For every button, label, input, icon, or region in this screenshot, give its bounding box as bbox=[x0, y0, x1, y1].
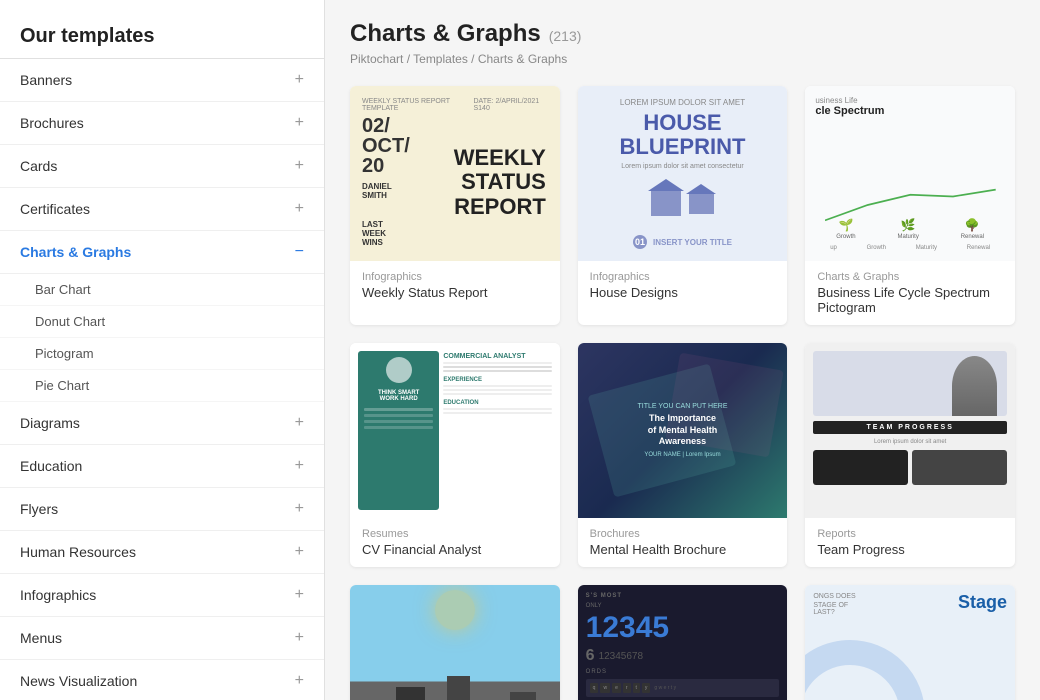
sidebar-icon-charts-graphs: − bbox=[295, 243, 304, 261]
template-card-business-lifecycle[interactable]: usiness Life cle Spectrum 🌱 Growth 🌿 Mat… bbox=[805, 86, 1015, 325]
template-card-mental-health[interactable]: TITLE YOU CAN PUT HERE The Importanceof … bbox=[578, 343, 788, 567]
main-content: Charts & Graphs (213) Piktochart / Templ… bbox=[325, 0, 1040, 700]
sidebar-item-menus[interactable]: Menus + bbox=[0, 617, 324, 660]
sidebar-icon-brochures: + bbox=[295, 114, 304, 132]
template-name-team-progress: Team Progress bbox=[817, 542, 1003, 557]
sidebar-item-flyers[interactable]: Flyers + bbox=[0, 488, 324, 531]
template-card-weekly-status[interactable]: WEEKLY STATUS REPORT TEMPLATEDATE: 2/APR… bbox=[350, 86, 560, 325]
sidebar-label-infographics: Infographics bbox=[20, 587, 96, 603]
sidebar-icon-flyers: + bbox=[295, 500, 304, 518]
sub-item-donut-chart[interactable]: Donut Chart bbox=[0, 306, 324, 338]
template-info-business-lifecycle: Charts & Graphs Business Life Cycle Spec… bbox=[805, 261, 1015, 325]
sidebar-label-cards: Cards bbox=[20, 158, 57, 174]
template-card-buildings[interactable]: Infographics City Buildings bbox=[350, 585, 560, 700]
template-card-stage[interactable]: ONGS DOES STAGE OF LAST? Stage Stage 1 S… bbox=[805, 585, 1015, 700]
sub-items-charts-graphs: Bar Chart Donut Chart Pictogram Pie Chart bbox=[0, 274, 324, 402]
sub-item-pictogram[interactable]: Pictogram bbox=[0, 338, 324, 370]
sidebar-item-brochures[interactable]: Brochures + bbox=[0, 102, 324, 145]
sidebar: Our templates Banners+Brochures+Cards+Ce… bbox=[0, 0, 325, 700]
template-info-weekly-status: Infographics Weekly Status Report bbox=[350, 261, 560, 310]
template-category-team-progress: Reports bbox=[817, 528, 1003, 540]
sidebar-icon-certificates: + bbox=[295, 200, 304, 218]
sidebar-item-banners[interactable]: Banners + bbox=[0, 59, 324, 102]
page-title: Charts & Graphs (213) bbox=[350, 20, 1015, 48]
sidebar-label-diagrams: Diagrams bbox=[20, 415, 80, 431]
sidebar-title: Our templates bbox=[0, 10, 324, 59]
template-info-cv-financial: Resumes CV Financial Analyst bbox=[350, 518, 560, 567]
template-thumb-dashboard: S'S MOST ONLY 12345 6 12345678 ORDS q w … bbox=[578, 585, 788, 700]
template-category-mental-health: Brochures bbox=[590, 528, 776, 540]
template-name-mental-health: Mental Health Brochure bbox=[590, 542, 776, 557]
template-thumb-mental-health: TITLE YOU CAN PUT HERE The Importanceof … bbox=[578, 343, 788, 518]
template-thumb-business-lifecycle: usiness Life cle Spectrum 🌱 Growth 🌿 Mat… bbox=[805, 86, 1015, 261]
sub-label-pie-chart: Pie Chart bbox=[35, 378, 89, 393]
template-info-mental-health: Brochures Mental Health Brochure bbox=[578, 518, 788, 567]
template-category-cv-financial: Resumes bbox=[362, 528, 548, 540]
sidebar-label-certificates: Certificates bbox=[20, 201, 90, 217]
sidebar-icon-diagrams: + bbox=[295, 414, 304, 432]
template-thumb-buildings bbox=[350, 585, 560, 700]
template-thumb-stage: ONGS DOES STAGE OF LAST? Stage Stage 1 S… bbox=[805, 585, 1015, 700]
template-card-cv-financial[interactable]: THINK SMARTWORK HARD COMMERCIAL ANALYST … bbox=[350, 343, 560, 567]
templates-grid: WEEKLY STATUS REPORT TEMPLATEDATE: 2/APR… bbox=[350, 86, 1015, 700]
sub-label-donut-chart: Donut Chart bbox=[35, 314, 105, 329]
page-title-text: Charts & Graphs bbox=[350, 20, 541, 48]
sidebar-item-diagrams[interactable]: Diagrams + bbox=[0, 402, 324, 445]
sidebar-icon-education: + bbox=[295, 457, 304, 475]
sidebar-icon-human-resources: + bbox=[295, 543, 304, 561]
sub-item-bar-chart[interactable]: Bar Chart bbox=[0, 274, 324, 306]
template-category-weekly-status: Infographics bbox=[362, 271, 548, 283]
sidebar-icon-menus: + bbox=[295, 629, 304, 647]
sidebar-label-banners: Banners bbox=[20, 72, 72, 88]
sub-label-bar-chart: Bar Chart bbox=[35, 282, 91, 297]
sidebar-item-human-resources[interactable]: Human Resources + bbox=[0, 531, 324, 574]
sidebar-icon-cards: + bbox=[295, 157, 304, 175]
sub-label-pictogram: Pictogram bbox=[35, 346, 94, 361]
sidebar-item-news-visualization[interactable]: News Visualization + bbox=[0, 660, 324, 700]
template-category-house-blueprint: Infographics bbox=[590, 271, 776, 283]
sidebar-label-menus: Menus bbox=[20, 630, 62, 646]
template-card-dashboard[interactable]: S'S MOST ONLY 12345 6 12345678 ORDS q w … bbox=[578, 585, 788, 700]
sidebar-label-education: Education bbox=[20, 458, 82, 474]
sidebar-item-education[interactable]: Education + bbox=[0, 445, 324, 488]
sidebar-item-certificates[interactable]: Certificates + bbox=[0, 188, 324, 231]
template-info-team-progress: Reports Team Progress bbox=[805, 518, 1015, 567]
template-thumb-team-progress: TEAM PROGRESS Lorem ipsum dolor sit amet bbox=[805, 343, 1015, 518]
template-name-business-lifecycle: Business Life Cycle Spectrum Pictogram bbox=[817, 285, 1003, 315]
sidebar-item-infographics[interactable]: Infographics + bbox=[0, 574, 324, 617]
template-name-house-blueprint: House Designs bbox=[590, 285, 776, 300]
sidebar-icon-infographics: + bbox=[295, 586, 304, 604]
sidebar-icon-news-visualization: + bbox=[295, 672, 304, 690]
sidebar-icon-banners: + bbox=[295, 71, 304, 89]
template-info-house-blueprint: Infographics House Designs bbox=[578, 261, 788, 310]
template-card-house-blueprint[interactable]: LOREM IPSUM DOLOR SIT AMET HOUSEBLUEPRIN… bbox=[578, 86, 788, 325]
template-name-cv-financial: CV Financial Analyst bbox=[362, 542, 548, 557]
template-card-team-progress[interactable]: TEAM PROGRESS Lorem ipsum dolor sit amet… bbox=[805, 343, 1015, 567]
sidebar-item-charts-graphs[interactable]: Charts & Graphs − bbox=[0, 231, 324, 274]
sidebar-label-human-resources: Human Resources bbox=[20, 544, 136, 560]
template-count: (213) bbox=[549, 28, 582, 44]
template-thumb-weekly-status: WEEKLY STATUS REPORT TEMPLATEDATE: 2/APR… bbox=[350, 86, 560, 261]
sidebar-label-flyers: Flyers bbox=[20, 501, 58, 517]
template-thumb-house-blueprint: LOREM IPSUM DOLOR SIT AMET HOUSEBLUEPRIN… bbox=[578, 86, 788, 261]
sidebar-label-brochures: Brochures bbox=[20, 115, 84, 131]
sidebar-label-news-visualization: News Visualization bbox=[20, 673, 137, 689]
template-category-business-lifecycle: Charts & Graphs bbox=[817, 271, 1003, 283]
sub-item-pie-chart[interactable]: Pie Chart bbox=[0, 370, 324, 402]
sidebar-label-charts-graphs: Charts & Graphs bbox=[20, 244, 131, 260]
page-header: Charts & Graphs (213) Piktochart / Templ… bbox=[350, 20, 1015, 66]
template-name-weekly-status: Weekly Status Report bbox=[362, 285, 548, 300]
sidebar-item-cards[interactable]: Cards + bbox=[0, 145, 324, 188]
template-thumb-cv-financial: THINK SMARTWORK HARD COMMERCIAL ANALYST … bbox=[350, 343, 560, 518]
breadcrumb: Piktochart / Templates / Charts & Graphs bbox=[350, 52, 1015, 66]
